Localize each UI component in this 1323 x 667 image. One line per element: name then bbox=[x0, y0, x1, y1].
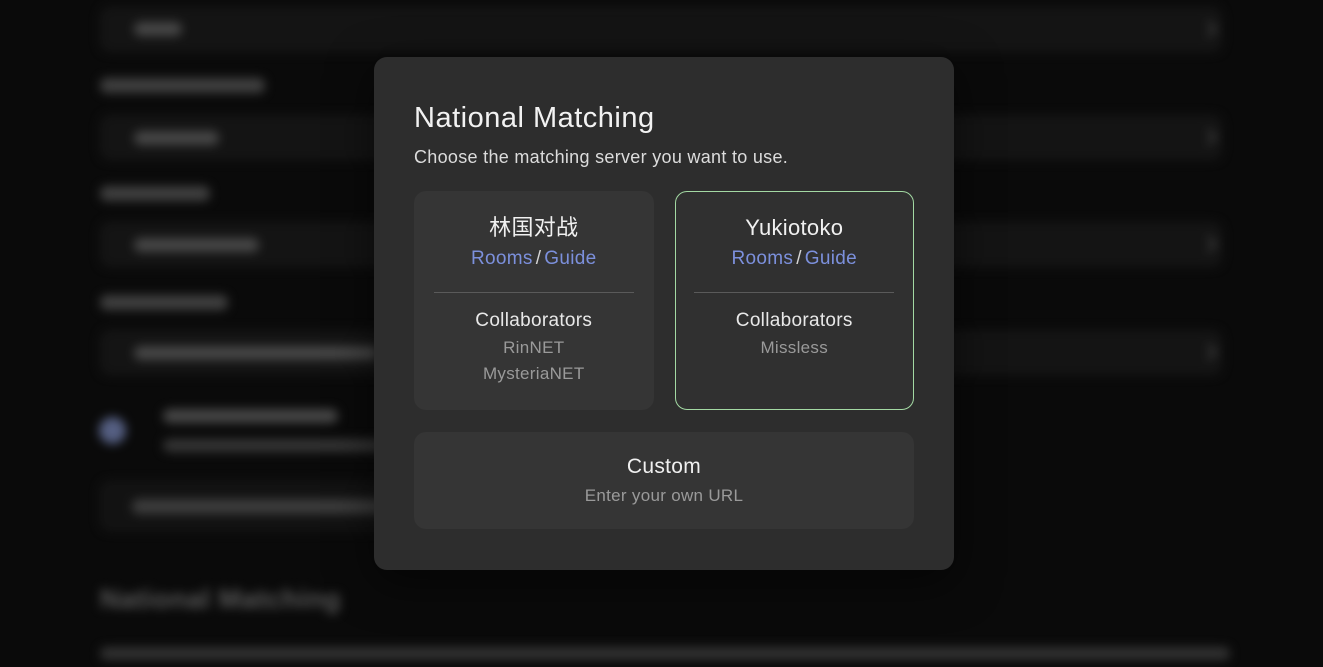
collaborator-name: MysteriaNET bbox=[483, 364, 585, 384]
custom-card-subtitle: Enter your own URL bbox=[585, 486, 743, 506]
server-links: Rooms/Guide bbox=[732, 248, 857, 270]
server-name: 林国对战 bbox=[489, 214, 578, 242]
server-name: Yukiotoko bbox=[745, 214, 843, 242]
rooms-link[interactable]: Rooms bbox=[471, 248, 533, 269]
modal-title: National Matching bbox=[414, 101, 914, 136]
guide-link[interactable]: Guide bbox=[805, 248, 857, 269]
link-separator: / bbox=[533, 248, 545, 269]
server-links: Rooms/Guide bbox=[471, 248, 596, 270]
collaborator-name: RinNET bbox=[503, 338, 564, 358]
guide-link[interactable]: Guide bbox=[544, 248, 596, 269]
modal-subtitle: Choose the matching server you want to u… bbox=[414, 145, 914, 169]
server-cards-row: 林国对战 Rooms/Guide Collaborators RinNET My… bbox=[414, 191, 914, 410]
collaborators-heading: Collaborators bbox=[736, 310, 853, 332]
server-card-cn[interactable]: 林国对战 Rooms/Guide Collaborators RinNET My… bbox=[414, 191, 654, 410]
link-separator: / bbox=[793, 248, 805, 269]
collaborator-name: Missless bbox=[760, 338, 828, 358]
custom-card-title: Custom bbox=[627, 455, 701, 479]
rooms-link[interactable]: Rooms bbox=[732, 248, 794, 269]
collaborators-heading: Collaborators bbox=[475, 310, 592, 332]
national-matching-modal: National Matching Choose the matching se… bbox=[374, 57, 954, 570]
custom-server-card[interactable]: Custom Enter your own URL bbox=[414, 432, 914, 529]
card-divider bbox=[434, 292, 634, 293]
card-divider bbox=[694, 292, 894, 293]
server-card-yukiotoko[interactable]: Yukiotoko Rooms/Guide Collaborators Miss… bbox=[675, 191, 915, 410]
